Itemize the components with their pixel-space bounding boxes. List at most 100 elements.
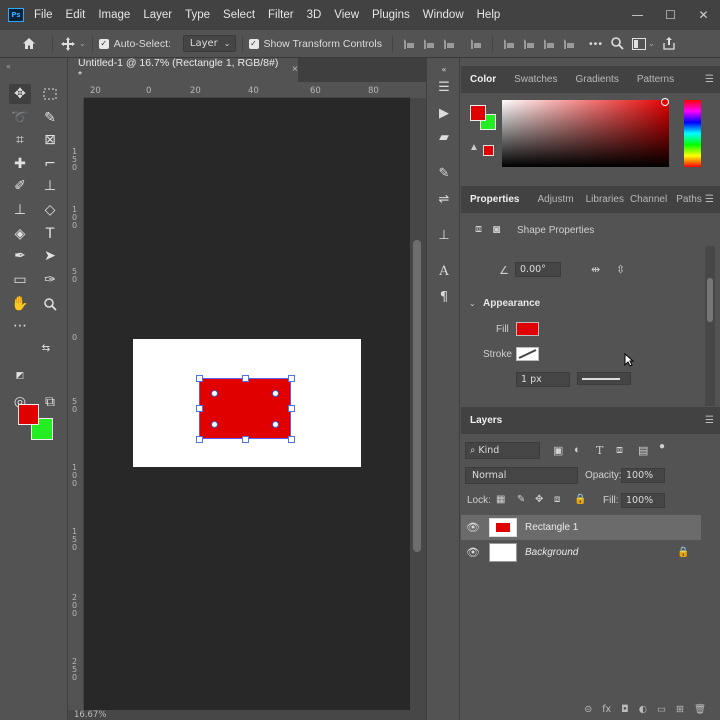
- group-icon[interactable]: ▭: [657, 704, 666, 720]
- panel-menu-icon[interactable]: ☰: [705, 415, 714, 426]
- document-canvas[interactable]: [133, 339, 361, 467]
- marquee-tool-icon[interactable]: [39, 84, 61, 104]
- lock-position-icon[interactable]: ✥: [535, 494, 543, 505]
- menu-edit[interactable]: Edit: [66, 9, 86, 21]
- angle-input[interactable]: 0.00°: [515, 262, 561, 277]
- close-window-button[interactable]: ✕: [687, 8, 720, 22]
- tab-channels[interactable]: Channel: [627, 194, 670, 205]
- menu-view[interactable]: View: [334, 9, 359, 21]
- flip-horizontal-icon[interactable]: ⇹: [591, 263, 600, 276]
- menu-select[interactable]: Select: [223, 9, 255, 21]
- mask-properties-icon[interactable]: ◙: [493, 222, 500, 236]
- transform-handle[interactable]: [196, 405, 203, 412]
- transform-handle[interactable]: [288, 405, 295, 412]
- tab-swatches[interactable]: Swatches: [505, 74, 566, 85]
- color-picker-cursor[interactable]: [661, 98, 669, 106]
- delete-layer-icon[interactable]: 🗑: [694, 704, 706, 720]
- healing-tool-icon[interactable]: ✚: [9, 154, 31, 174]
- menu-help[interactable]: Help: [477, 9, 501, 21]
- crop-icon[interactable]: ⌐: [39, 154, 61, 174]
- show-transform-checkbox[interactable]: ✓: [248, 38, 259, 49]
- hue-slider[interactable]: [684, 100, 701, 167]
- stamp-tool-icon[interactable]: ⊥: [39, 176, 61, 196]
- tab-adjustments[interactable]: Adjustm: [528, 194, 582, 205]
- rectangle-tool-icon[interactable]: ▭: [9, 270, 31, 290]
- layer-name[interactable]: Rectangle 1: [525, 522, 578, 533]
- align-middle-icon[interactable]: [523, 38, 534, 49]
- link-layers-icon[interactable]: ⊝: [584, 704, 592, 720]
- distribute-icon[interactable]: [470, 38, 481, 49]
- frame-tool-icon[interactable]: ⊠: [39, 130, 61, 150]
- color-spectrum-field[interactable]: [502, 100, 669, 167]
- more-tools-icon[interactable]: ⋯: [9, 316, 31, 336]
- add-mask-icon[interactable]: ◘: [621, 704, 629, 720]
- paint-bucket-icon[interactable]: ◈: [9, 224, 31, 244]
- color-panel-foreground-swatch[interactable]: [470, 105, 486, 121]
- fill-opacity-input[interactable]: 100%: [621, 493, 665, 508]
- path-select-icon[interactable]: ➤: [39, 246, 61, 266]
- stroke-width-input[interactable]: 1 px: [516, 372, 570, 387]
- distribute-vertical-icon[interactable]: [563, 38, 574, 49]
- brush-settings-icon[interactable]: ✎: [435, 164, 453, 182]
- auto-select-checkbox[interactable]: ✓: [98, 38, 109, 49]
- tab-layers[interactable]: Layers: [461, 415, 511, 426]
- gamut-warning-swatch[interactable]: [483, 145, 494, 156]
- maximize-button[interactable]: ☐: [654, 8, 687, 22]
- lock-artboard-icon[interactable]: ⧈: [554, 494, 560, 505]
- menu-file[interactable]: File: [34, 9, 53, 21]
- tab-patterns[interactable]: Patterns: [628, 74, 683, 85]
- canvas-workspace[interactable]: [84, 98, 410, 710]
- clone-source-icon[interactable]: ⊥: [435, 226, 453, 244]
- align-right-icon[interactable]: [443, 38, 454, 49]
- align-top-icon[interactable]: [503, 38, 514, 49]
- lock-transparent-icon[interactable]: ▦: [496, 494, 505, 505]
- close-tab-icon[interactable]: ×: [292, 63, 298, 75]
- gamut-warning-icon[interactable]: ▲: [469, 142, 479, 153]
- align-bottom-icon[interactable]: [543, 38, 554, 49]
- layer-name[interactable]: Background: [525, 547, 578, 558]
- transform-handle[interactable]: [196, 375, 203, 382]
- menu-layer[interactable]: Layer: [143, 9, 172, 21]
- document-tab[interactable]: Untitled-1 @ 16.7% (Rectangle 1, RGB/8#)…: [68, 57, 298, 82]
- menu-image[interactable]: Image: [98, 9, 130, 21]
- filter-type-icon[interactable]: T: [596, 444, 603, 457]
- adjustment-layer-icon[interactable]: ◐: [639, 704, 647, 720]
- default-colors-icon[interactable]: ◩: [14, 370, 26, 382]
- lock-all-icon[interactable]: 🔒: [574, 494, 586, 505]
- pen-tool-icon[interactable]: ✒: [9, 246, 31, 266]
- corner-radius-widget[interactable]: [211, 421, 218, 428]
- filter-pixel-icon[interactable]: ▣: [553, 444, 563, 457]
- panel-menu-icon[interactable]: ☰: [705, 194, 714, 205]
- foreground-color-swatch[interactable]: [18, 404, 39, 425]
- layer-filter-dropdown[interactable]: ⌕ Kind: [465, 442, 540, 459]
- menu-plugins[interactable]: Plugins: [372, 9, 410, 21]
- actions-play-icon[interactable]: ▶: [435, 104, 453, 122]
- type-tool-icon[interactable]: T: [39, 224, 61, 244]
- character-icon[interactable]: A: [435, 262, 453, 280]
- swap-colors-icon[interactable]: ⇆: [40, 342, 52, 354]
- chevron-down-icon[interactable]: ⌄: [79, 39, 86, 48]
- eraser-tool-icon[interactable]: ◇: [39, 200, 61, 220]
- zoom-status[interactable]: 16.67%: [68, 710, 426, 720]
- workspace-icon[interactable]: [632, 37, 646, 50]
- move-tool-icon[interactable]: ✥: [9, 84, 31, 104]
- new-layer-icon[interactable]: ⊞: [676, 704, 684, 720]
- visibility-eye-icon[interactable]: 👁: [461, 521, 485, 534]
- align-left-icon[interactable]: [403, 38, 414, 49]
- layer-row-background[interactable]: 👁 Background 🔒: [461, 540, 701, 565]
- adjustments-icon[interactable]: ⇌: [435, 190, 453, 208]
- eyedropper-tool-icon[interactable]: ✑: [39, 270, 61, 290]
- chevron-down-icon[interactable]: ⌄: [648, 39, 655, 48]
- filter-adjustment-icon[interactable]: ◐: [574, 444, 581, 456]
- hand-tool-icon[interactable]: ✋: [9, 294, 31, 314]
- transform-handle[interactable]: [288, 436, 295, 443]
- corner-radius-widget[interactable]: [272, 421, 279, 428]
- menu-window[interactable]: Window: [423, 9, 464, 21]
- history-icon[interactable]: ☰: [435, 78, 453, 96]
- menu-3d[interactable]: 3D: [307, 9, 322, 21]
- properties-scrollbar[interactable]: [705, 246, 715, 406]
- filter-shape-icon[interactable]: ⧈: [616, 444, 623, 457]
- fill-color-swatch[interactable]: [516, 322, 539, 336]
- home-icon[interactable]: [20, 37, 38, 50]
- paragraph-icon[interactable]: ¶: [435, 288, 453, 306]
